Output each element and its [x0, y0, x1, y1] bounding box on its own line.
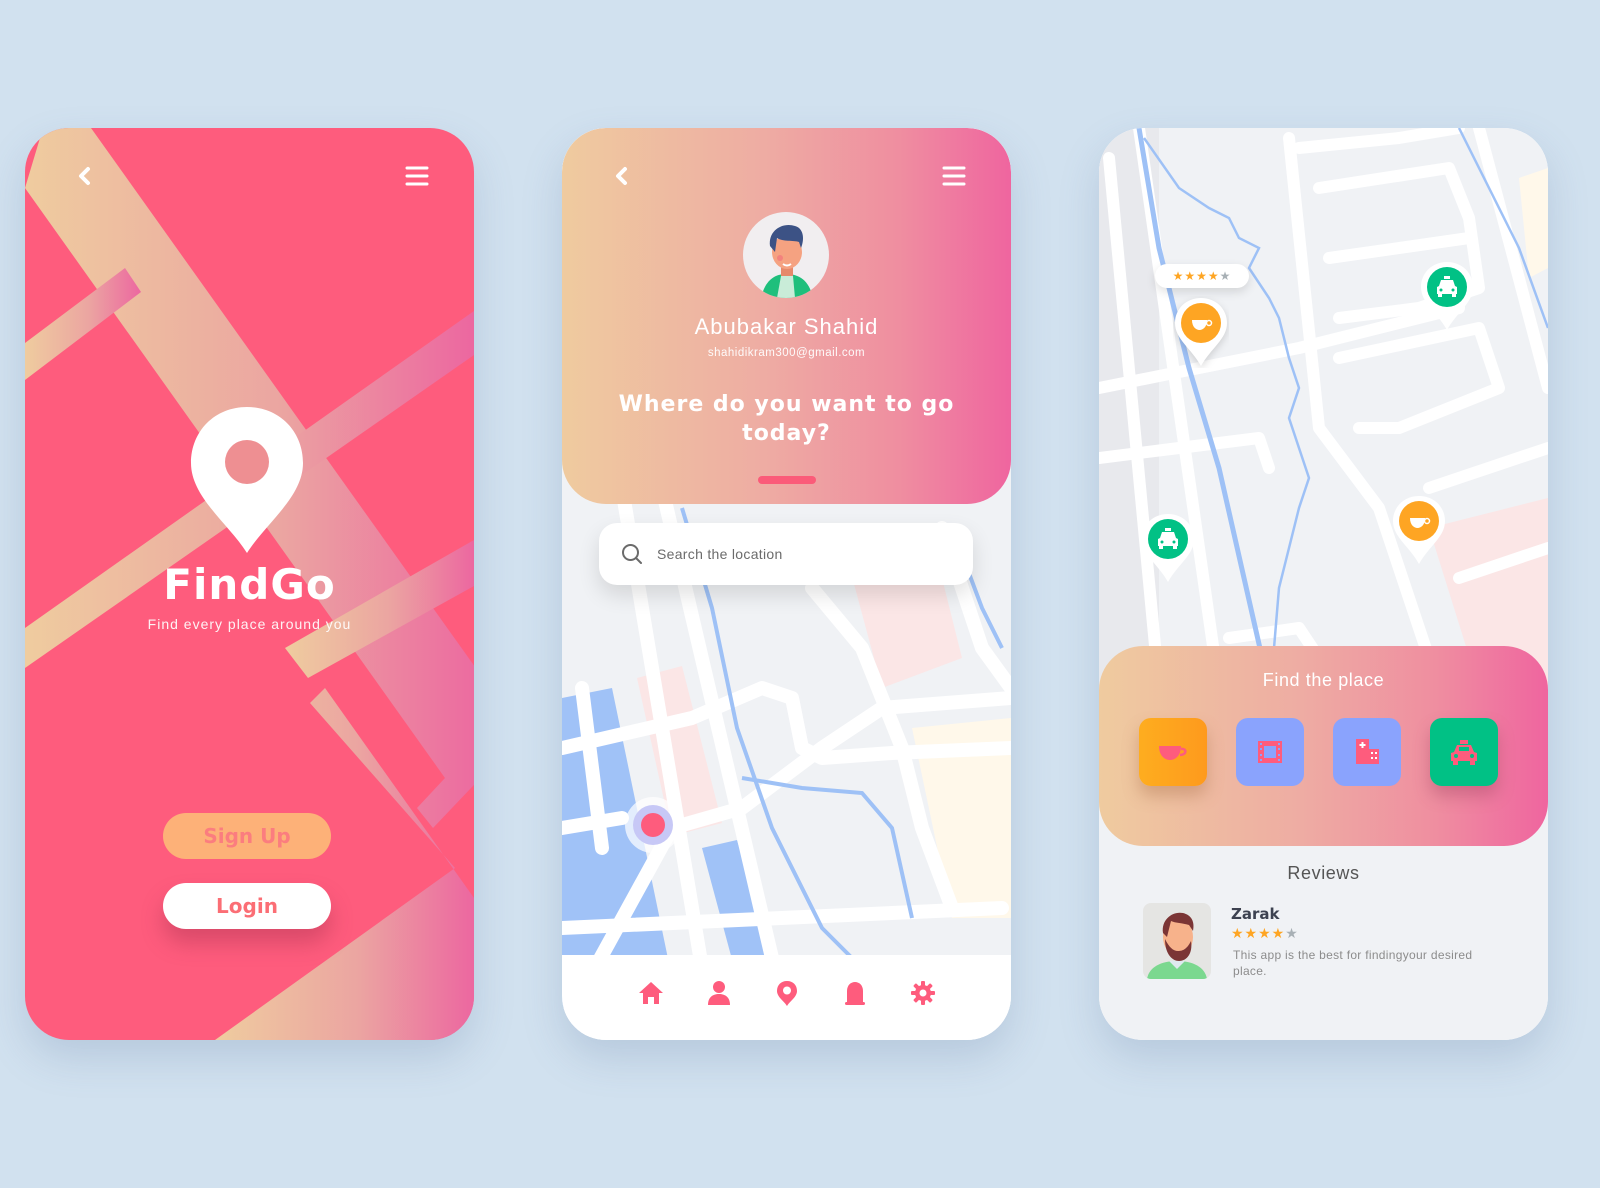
rating-star-empty: ★: [1219, 269, 1232, 283]
category-taxi-button[interactable]: [1430, 718, 1498, 786]
nav-home[interactable]: [635, 977, 667, 1009]
bottom-navigation: [562, 955, 1011, 1040]
location-pin-icon: [191, 407, 303, 553]
user-email: shahidikram300@gmail.com: [707, 347, 866, 359]
search-icon: [622, 544, 642, 564]
find-place-title: Find the place: [1262, 670, 1385, 690]
nav-settings[interactable]: [907, 977, 939, 1009]
review-rating: ★★★★★: [1231, 925, 1299, 942]
film-icon: [1258, 741, 1282, 763]
location-pin-icon: [776, 980, 797, 1006]
reviews-title: Reviews: [1287, 863, 1360, 883]
hospital-building-icon: [1356, 739, 1379, 764]
hamburger-menu-icon: [405, 166, 429, 186]
coffee-cup-icon: [1393, 496, 1445, 564]
back-button[interactable]: [71, 162, 99, 190]
nav-location[interactable]: [771, 977, 803, 1009]
taxi-icon: [1142, 514, 1194, 582]
user-portrait-icon: [761, 224, 813, 298]
place-rating-chip: ★★★★ ★: [1155, 264, 1249, 288]
category-cafe-button[interactable]: [1139, 718, 1207, 786]
review-text: This app is the best for findingyour des…: [1233, 948, 1473, 978]
reviewer-name: Zarak: [1231, 905, 1280, 923]
review-item[interactable]: Zarak ★★★★★ This app is the best for fin…: [1143, 903, 1503, 983]
coffee-cup-icon: [1159, 746, 1187, 760]
map-pin-taxi[interactable]: [1140, 512, 1196, 584]
nav-profile[interactable]: [703, 977, 735, 1009]
bell-icon: [844, 981, 865, 1005]
coffee-cup-icon: [1175, 298, 1227, 366]
taxi-icon: [1421, 262, 1473, 330]
rating-stars-filled: ★★★★: [1172, 269, 1220, 283]
gear-icon: [910, 980, 935, 1005]
map-pin-cafe[interactable]: [1173, 296, 1229, 368]
location-search-input[interactable]: [657, 546, 937, 562]
nav-notifications[interactable]: [839, 977, 871, 1009]
user-icon: [707, 980, 730, 1005]
app-name: FindGo: [163, 560, 336, 609]
menu-button[interactable]: [404, 164, 430, 188]
profile-header: Abubakar Shahid shahidikram300@gmail.com…: [562, 128, 1011, 504]
home-icon: [638, 981, 663, 1004]
user-name: Abubakar Shahid: [694, 314, 879, 339]
back-button[interactable]: [608, 162, 636, 190]
review-stars-filled: ★★★★: [1231, 925, 1286, 941]
reviewer-avatar: [1143, 903, 1211, 979]
find-place-panel: Find the place: [1099, 646, 1548, 846]
panel-drag-handle[interactable]: [758, 476, 816, 484]
search-screen: Abubakar Shahid shahidikram300@gmail.com…: [562, 128, 1011, 1040]
menu-button[interactable]: [941, 164, 967, 188]
map-pin-taxi[interactable]: [1419, 260, 1475, 332]
hamburger-menu-icon: [942, 166, 966, 186]
sign-up-button[interactable]: Sign Up: [163, 813, 331, 859]
login-button[interactable]: Login: [163, 883, 331, 929]
category-hospital-button[interactable]: [1333, 718, 1401, 786]
taxi-icon: [1451, 740, 1477, 765]
search-bar[interactable]: [599, 523, 973, 585]
destination-prompt: Where do you want to go today?: [618, 392, 955, 446]
explore-screen: ★★★★ ★ Find the place Reviews Zarak ★★★★…: [1099, 128, 1548, 1040]
welcome-screen: FindGo Find every place around you Sign …: [25, 128, 474, 1040]
review-star-empty: ★: [1285, 925, 1299, 941]
map-pin-cafe[interactable]: [1391, 494, 1447, 566]
category-cinema-button[interactable]: [1236, 718, 1304, 786]
tagline: Find every place around you: [147, 616, 352, 632]
reviewer-portrait-icon: [1147, 912, 1207, 979]
current-location-dot[interactable]: [641, 813, 665, 837]
chevron-left-icon: [616, 167, 627, 185]
chevron-left-icon: [79, 167, 90, 185]
user-avatar[interactable]: [743, 212, 829, 298]
app-logo: [188, 405, 306, 555]
